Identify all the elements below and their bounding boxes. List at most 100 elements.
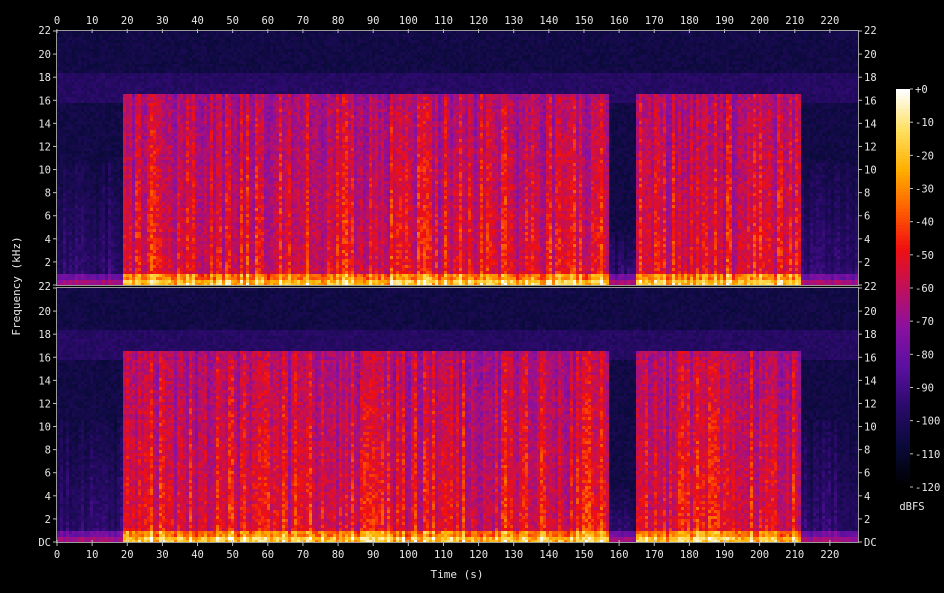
spectrogram-cell: [90, 223, 93, 226]
spectrogram-cell: [84, 253, 87, 256]
spectrogram-cell: [66, 199, 69, 202]
spectrogram-cell: [75, 235, 78, 238]
spectrogram-cell: [57, 103, 60, 106]
spectrogram-cell: [75, 214, 78, 217]
spectrogram-cell: [60, 91, 63, 94]
spectrogram-cell: [81, 106, 84, 109]
spectrogram-cell: [87, 151, 90, 154]
spectrogram-cell: [69, 109, 72, 112]
spectrogram-cell: [84, 223, 87, 226]
spectrogram-cell: [78, 79, 81, 82]
spectrogram-cell: [66, 151, 69, 154]
spectrogram-cell: [75, 271, 78, 274]
spectrogram-cell: [90, 148, 93, 151]
spectrogram-cell: [63, 133, 66, 136]
spectrogram-cell: [57, 238, 60, 241]
spectrogram-cell: [63, 37, 66, 40]
spectrogram-cell: [60, 103, 63, 106]
spectrogram-cell: [69, 277, 72, 280]
spectrogram-cell: [63, 205, 66, 208]
spectrogram-cell: [69, 220, 72, 223]
spectrogram-cell: [57, 247, 60, 250]
spectrogram-cell: [57, 109, 60, 112]
spectrogram-cell: [69, 205, 72, 208]
spectrogram-cell: [81, 94, 84, 97]
spectrogram-cell: [84, 163, 87, 166]
spectrogram-cell: [66, 91, 69, 94]
spectrogram-cell: [90, 91, 93, 94]
spectrogram-cell: [60, 85, 63, 88]
spectrogram-cell: [63, 49, 66, 52]
spectrogram-cell: [90, 124, 93, 127]
spectrogram-cell: [60, 280, 63, 283]
spectrogram-cell: [90, 172, 93, 175]
spectrogram-cell: [72, 100, 75, 103]
spectrogram-cell: [84, 274, 87, 277]
spectrogram-cell: [69, 55, 72, 58]
spectrogram-cell: [66, 76, 69, 79]
spectrogram-cell: [60, 139, 63, 142]
spectrogram-cell: [69, 154, 72, 157]
spectrogram-cell: [75, 151, 78, 154]
spectrogram-cell: [66, 40, 69, 43]
spectrogram-cell: [66, 181, 69, 184]
spectrogram-cell: [87, 64, 90, 67]
spectrogram-cell: [87, 187, 90, 190]
spectrogram-cell: [66, 97, 69, 100]
spectrogram-cell: [87, 49, 90, 52]
spectrogram-cell: [87, 211, 90, 214]
spectrogram-cell: [69, 244, 72, 247]
spectrogram-cell: [78, 193, 81, 196]
spectrogram-cell: [75, 172, 78, 175]
spectrogram-cell: [60, 190, 63, 193]
spectrogram-cell: [78, 112, 81, 115]
spectrogram-cell: [81, 199, 84, 202]
spectrogram-cell: [81, 118, 84, 121]
spectrogram-cell: [63, 241, 66, 244]
spectrogram-cell: [87, 148, 90, 151]
spectrogram-cell: [63, 43, 66, 46]
spectrogram-cell: [87, 73, 90, 76]
spectrogram-cell: [60, 88, 63, 91]
spectrogram-cell: [69, 226, 72, 229]
spectrogram-cell: [66, 133, 69, 136]
spectrogram-cell: [57, 118, 60, 121]
spectrogram-cell: [57, 136, 60, 139]
spectrogram-cell: [87, 127, 90, 130]
spectrogram-cell: [84, 85, 87, 88]
spectrogram-cell: [69, 199, 72, 202]
spectrogram-cell: [75, 97, 78, 100]
spectrogram-cell: [78, 184, 81, 187]
spectrogram-cell: [69, 34, 72, 37]
spectrogram-cell: [63, 160, 66, 163]
spectrogram-cell: [66, 148, 69, 151]
spectrogram-cell: [81, 178, 84, 181]
spectrogram-cell: [63, 55, 66, 58]
spectrogram-cell: [72, 214, 75, 217]
spectrogram-cell: [87, 106, 90, 109]
spectrogram-cell: [69, 73, 72, 76]
spectrogram-cell: [75, 244, 78, 247]
spectrogram-cell: [63, 31, 66, 34]
spectrogram-cell: [90, 55, 93, 58]
spectrogram-cell: [90, 61, 93, 64]
spectrogram-cell: [81, 253, 84, 256]
spectrogram-cell: [84, 256, 87, 259]
spectrogram-cell: [90, 133, 93, 136]
spectrogram-cell: [87, 55, 90, 58]
spectrogram-cell: [81, 37, 84, 40]
spectrogram-cell: [90, 94, 93, 97]
spectrogram-cell: [60, 274, 63, 277]
spectrogram-cell: [87, 145, 90, 148]
spectrogram-cell: [78, 49, 81, 52]
spectrogram-cell: [60, 40, 63, 43]
spectrogram-cell: [90, 73, 93, 76]
spectrogram-cell: [60, 247, 63, 250]
spectrogram-cell: [81, 139, 84, 142]
spectrogram-cell: [72, 211, 75, 214]
spectrogram-cell: [69, 40, 72, 43]
spectrogram-cell: [81, 136, 84, 139]
spectrogram-cell: [90, 205, 93, 208]
spectrogram-cell: [84, 262, 87, 265]
spectrogram-cell: [66, 247, 69, 250]
